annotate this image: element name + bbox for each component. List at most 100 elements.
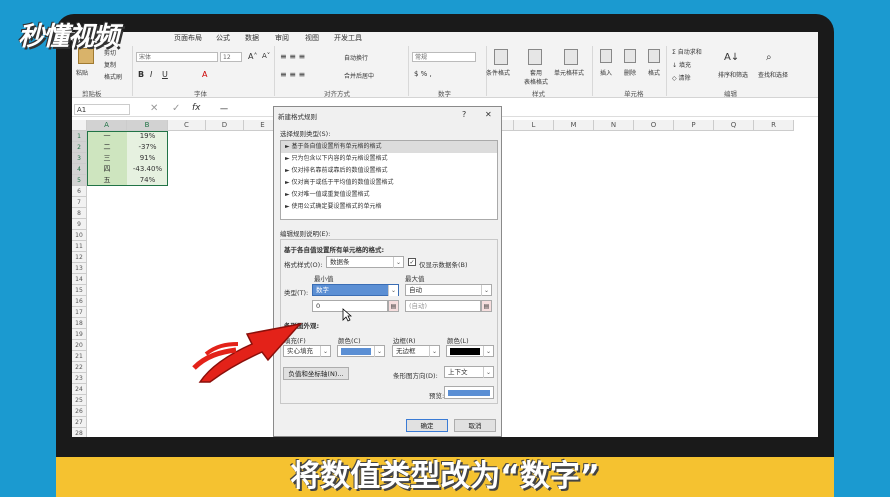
tab-view[interactable]: 视图 bbox=[305, 33, 319, 43]
row-header[interactable]: 21 bbox=[72, 351, 87, 362]
column-header[interactable]: N bbox=[594, 120, 634, 131]
border-select[interactable]: 无边框 ⌄ bbox=[392, 345, 440, 357]
only-bar-checkbox[interactable]: ✓ bbox=[408, 258, 416, 266]
row-header[interactable]: 28 bbox=[72, 428, 87, 437]
row-header[interactable]: 26 bbox=[72, 406, 87, 417]
clear-button[interactable]: ◇ 清除 bbox=[672, 73, 691, 82]
bar-color-picker[interactable]: ⌄ bbox=[337, 345, 385, 357]
min-type-select[interactable]: 数字 ⌄ bbox=[312, 284, 399, 296]
merge-center-button[interactable]: 合并后居中 bbox=[344, 71, 374, 80]
align-left-icon[interactable]: ≡ ≡ ≡ bbox=[280, 70, 305, 79]
insert-button[interactable]: 插入 bbox=[600, 68, 612, 77]
ok-button[interactable]: 确定 bbox=[406, 419, 448, 432]
conditional-format-button[interactable]: 条件格式 bbox=[486, 68, 510, 77]
column-header[interactable]: B bbox=[127, 120, 168, 131]
rule-type-item[interactable]: ► 仅对排名靠前或靠后的数值设置格式 bbox=[281, 165, 497, 177]
sort-filter-button[interactable]: 排序和筛选 bbox=[718, 70, 748, 79]
row-header[interactable]: 17 bbox=[72, 307, 87, 318]
format-table-button[interactable]: 套用 表格格式 bbox=[524, 68, 548, 86]
help-icon[interactable]: ? bbox=[462, 110, 466, 119]
fill-button[interactable]: ↓ 填充 bbox=[672, 60, 691, 69]
row-header[interactable]: 20 bbox=[72, 340, 87, 351]
column-header[interactable]: M bbox=[554, 120, 594, 131]
table-cell[interactable]: 五 bbox=[87, 175, 127, 186]
table-cell[interactable]: 四 bbox=[87, 164, 127, 175]
bar-direction-select[interactable]: 上下文 ⌄ bbox=[444, 366, 494, 378]
table-cell[interactable]: 一 bbox=[87, 131, 127, 142]
binoculars-icon[interactable]: ⌕ bbox=[766, 52, 772, 63]
table-cell[interactable]: 19% bbox=[127, 131, 168, 142]
italic-icon[interactable]: I bbox=[150, 70, 152, 79]
autosum-button[interactable]: Σ 自动求和 bbox=[672, 47, 702, 56]
format-icon[interactable] bbox=[648, 49, 660, 63]
row-header[interactable]: 11 bbox=[72, 241, 87, 252]
rule-type-item[interactable]: ► 仅对唯一值或重复值设置格式 bbox=[281, 189, 497, 201]
row-header[interactable]: 15 bbox=[72, 285, 87, 296]
row-header[interactable]: 24 bbox=[72, 384, 87, 395]
name-box[interactable]: A1 bbox=[74, 104, 130, 115]
format-painter-button[interactable]: 格式刷 bbox=[104, 72, 122, 81]
bold-icon[interactable]: B bbox=[138, 70, 144, 79]
percent-icon[interactable]: $ % , bbox=[414, 70, 432, 78]
insert-icon[interactable] bbox=[600, 49, 612, 63]
find-select-button[interactable]: 查找和选择 bbox=[758, 70, 788, 79]
table-cell[interactable]: 二 bbox=[87, 142, 127, 153]
column-header[interactable]: R bbox=[754, 120, 794, 131]
row-header[interactable]: 3 bbox=[72, 153, 87, 164]
column-header[interactable]: P bbox=[674, 120, 714, 131]
grow-font-icon[interactable]: A˄ bbox=[248, 52, 257, 61]
table-cell[interactable]: 91% bbox=[127, 153, 168, 164]
select-all-corner[interactable] bbox=[72, 120, 87, 131]
column-header[interactable]: O bbox=[634, 120, 674, 131]
tab-developer[interactable]: 开发工具 bbox=[334, 33, 362, 43]
format-style-select[interactable]: 数据条 ⌄ bbox=[326, 256, 404, 268]
function-icon[interactable]: fx bbox=[192, 103, 201, 113]
conditional-format-icon[interactable] bbox=[494, 49, 508, 65]
rule-type-item[interactable]: ► 只为包含以下内容的单元格设置格式 bbox=[281, 153, 497, 165]
cell-styles-button[interactable]: 单元格样式 bbox=[554, 68, 584, 77]
column-header[interactable]: D bbox=[206, 120, 244, 131]
row-header[interactable]: 13 bbox=[72, 263, 87, 274]
table-cell[interactable]: 三 bbox=[87, 153, 127, 164]
font-color-icon[interactable]: A bbox=[202, 70, 207, 79]
row-header[interactable]: 19 bbox=[72, 329, 87, 340]
rule-type-item[interactable]: ► 仅对高于或低于平均值的数值设置格式 bbox=[281, 177, 497, 189]
underline-icon[interactable]: U bbox=[162, 70, 168, 79]
row-header[interactable]: 10 bbox=[72, 230, 87, 241]
cancel-button[interactable]: 取消 bbox=[454, 419, 496, 432]
border-color-picker[interactable]: ⌄ bbox=[446, 345, 494, 357]
cancel-icon[interactable]: ✕ bbox=[150, 103, 158, 114]
column-header[interactable]: A bbox=[87, 120, 127, 131]
row-header[interactable]: 2 bbox=[72, 142, 87, 153]
tab-data[interactable]: 数据 bbox=[245, 33, 259, 43]
formula-input[interactable]: 一 bbox=[220, 104, 228, 115]
row-header[interactable]: 22 bbox=[72, 362, 87, 373]
font-size-select[interactable]: 12 bbox=[220, 52, 242, 62]
row-header[interactable]: 16 bbox=[72, 296, 87, 307]
delete-icon[interactable] bbox=[624, 49, 636, 63]
column-header[interactable]: Q bbox=[714, 120, 754, 131]
format-table-icon[interactable] bbox=[528, 49, 542, 65]
row-header[interactable]: 4 bbox=[72, 164, 87, 175]
row-header[interactable]: 5 bbox=[72, 175, 87, 186]
table-cell[interactable]: 74% bbox=[127, 175, 168, 186]
column-header[interactable]: C bbox=[168, 120, 206, 131]
row-header[interactable]: 7 bbox=[72, 197, 87, 208]
max-value-input[interactable]: (自动) bbox=[405, 300, 481, 312]
shrink-font-icon[interactable]: A˅ bbox=[262, 52, 270, 60]
row-header[interactable]: 27 bbox=[72, 417, 87, 428]
cell-styles-icon[interactable] bbox=[564, 49, 578, 65]
row-header[interactable]: 25 bbox=[72, 395, 87, 406]
table-cell[interactable]: -37% bbox=[127, 142, 168, 153]
paste-button[interactable]: 粘贴 bbox=[76, 68, 88, 77]
tab-page-layout[interactable]: 页面布局 bbox=[174, 33, 202, 43]
format-button[interactable]: 格式 bbox=[648, 68, 660, 77]
max-type-select[interactable]: 自动 ⌄ bbox=[405, 284, 492, 296]
enter-icon[interactable]: ✓ bbox=[172, 103, 180, 114]
row-header[interactable]: 6 bbox=[72, 186, 87, 197]
range-picker-icon[interactable]: ▤ bbox=[481, 300, 492, 312]
rule-type-item[interactable]: ► 基于各自值设置所有单元格的格式 bbox=[281, 141, 497, 153]
table-cell[interactable]: -43.40% bbox=[127, 164, 168, 175]
sort-filter-icon[interactable]: A↓ bbox=[724, 52, 739, 63]
column-header[interactable]: L bbox=[514, 120, 554, 131]
